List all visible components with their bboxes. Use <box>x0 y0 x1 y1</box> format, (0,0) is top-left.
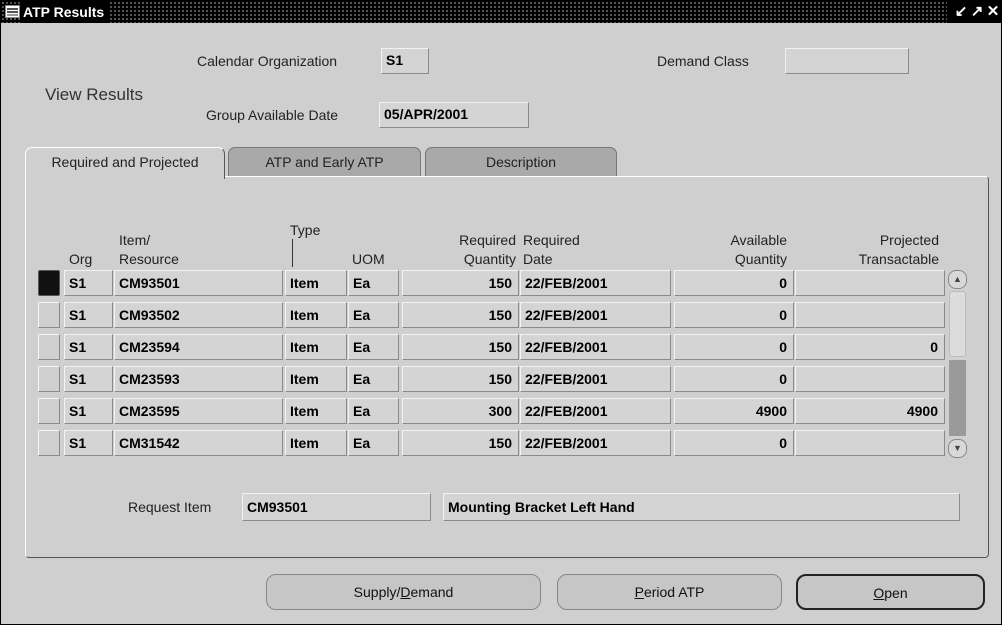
request-item-field[interactable]: CM93501 <box>242 493 431 521</box>
cell-uom[interactable]: Ea <box>348 430 399 456</box>
col-header-type: Type <box>290 222 321 238</box>
cell-item[interactable]: CM23595 <box>114 398 283 424</box>
col-header-item-line1: Item/ <box>119 232 151 248</box>
calendar-org-label: Calendar Organization <box>197 53 338 69</box>
cell-org[interactable]: S1 <box>64 270 113 296</box>
cell-required-date[interactable]: 22/FEB/2001 <box>520 302 671 328</box>
scroll-up-icon[interactable]: ▲ <box>948 270 967 289</box>
cell-available-qty[interactable]: 0 <box>674 430 794 456</box>
demand-class-label: Demand Class <box>657 53 749 69</box>
cell-type[interactable]: Item <box>285 398 347 424</box>
cell-available-qty[interactable]: 0 <box>674 366 794 392</box>
row-selector-current[interactable] <box>38 270 60 296</box>
cell-type[interactable]: Item <box>285 366 347 392</box>
cell-uom[interactable]: Ea <box>348 270 399 296</box>
cell-item[interactable]: CM31542 <box>114 430 283 456</box>
col-header-required-qty-line2: Quantity <box>463 251 516 267</box>
col-header-available-qty-line1: Available <box>730 232 787 248</box>
col-header-uom: UOM <box>352 251 385 267</box>
tab-description[interactable]: Description <box>425 147 617 177</box>
cell-required-date[interactable]: 22/FEB/2001 <box>520 366 671 392</box>
cell-required-qty[interactable]: 300 <box>402 398 519 424</box>
cell-required-qty[interactable]: 150 <box>402 302 519 328</box>
tab-required-and-projected[interactable]: Required and Projected <box>25 147 225 179</box>
cell-org[interactable]: S1 <box>64 366 113 392</box>
cell-available-qty[interactable]: 0 <box>674 334 794 360</box>
col-header-item-line2: Resource <box>119 251 179 267</box>
maximize-icon[interactable]: ↗ <box>969 1 985 23</box>
cell-type[interactable]: Item <box>285 270 347 296</box>
cell-required-date[interactable]: 22/FEB/2001 <box>520 270 671 296</box>
cell-uom[interactable]: Ea <box>348 398 399 424</box>
supply-demand-button[interactable]: Supply/Demand <box>266 574 541 610</box>
cell-required-date[interactable]: 22/FEB/2001 <box>520 334 671 360</box>
cell-uom[interactable]: Ea <box>348 302 399 328</box>
col-header-projected-line1: Projected <box>879 232 939 248</box>
title-bar[interactable]: ATP Results ↙ ↗ ✕ <box>1 1 1001 23</box>
open-button[interactable]: Open <box>796 574 985 610</box>
col-header-required-qty-line1: Required <box>459 232 516 248</box>
cell-org[interactable]: S1 <box>64 398 113 424</box>
request-item-label: Request Item <box>128 499 212 515</box>
row-selector[interactable] <box>38 430 60 456</box>
close-icon[interactable]: ✕ <box>985 1 1001 23</box>
scroll-thumb[interactable] <box>949 291 966 357</box>
cell-projected-transactable[interactable] <box>795 430 945 456</box>
cell-available-qty[interactable]: 4900 <box>674 398 794 424</box>
row-selector[interactable] <box>38 334 60 360</box>
request-item-description-field[interactable]: Mounting Bracket Left Hand <box>443 493 960 521</box>
cell-org[interactable]: S1 <box>64 334 113 360</box>
cell-required-qty[interactable]: 150 <box>402 270 519 296</box>
group-available-date-label: Group Available Date <box>206 107 339 123</box>
col-header-required-date-line1: Required <box>523 232 580 248</box>
group-available-date-field[interactable]: 05/APR/2001 <box>379 102 529 128</box>
cell-item[interactable]: CM93502 <box>114 302 283 328</box>
cell-required-date[interactable]: 22/FEB/2001 <box>520 398 671 424</box>
minimize-icon[interactable]: ↙ <box>953 1 969 23</box>
scroll-track[interactable] <box>949 360 966 436</box>
cell-org[interactable]: S1 <box>64 430 113 456</box>
col-header-org: Org <box>69 251 93 267</box>
calendar-org-field[interactable]: S1 <box>381 48 429 74</box>
cell-required-qty[interactable]: 150 <box>402 366 519 392</box>
period-atp-button[interactable]: Period ATP <box>557 574 782 610</box>
type-divider <box>292 239 293 267</box>
cell-required-qty[interactable]: 150 <box>402 430 519 456</box>
cell-item[interactable]: CM23593 <box>114 366 283 392</box>
cell-projected-transactable[interactable] <box>795 270 945 296</box>
cell-org[interactable]: S1 <box>64 302 113 328</box>
cell-projected-transactable[interactable]: 4900 <box>795 398 945 424</box>
cell-projected-transactable[interactable] <box>795 302 945 328</box>
scroll-down-icon[interactable]: ▼ <box>948 439 967 458</box>
view-results-heading: View Results <box>45 85 143 104</box>
cell-uom[interactable]: Ea <box>348 366 399 392</box>
cell-type[interactable]: Item <box>285 302 347 328</box>
tab-atp-and-early-atp[interactable]: ATP and Early ATP <box>228 147 421 177</box>
cell-item[interactable]: CM93501 <box>114 270 283 296</box>
cell-type[interactable]: Item <box>285 430 347 456</box>
col-header-required-date-line2: Date <box>523 251 553 267</box>
col-header-available-qty-line2: Quantity <box>734 251 787 267</box>
window-controls: ↙ ↗ ✕ <box>947 1 1001 23</box>
cell-required-date[interactable]: 22/FEB/2001 <box>520 430 671 456</box>
cell-uom[interactable]: Ea <box>348 334 399 360</box>
cell-item[interactable]: CM23594 <box>114 334 283 360</box>
row-selector[interactable] <box>38 366 60 392</box>
atp-results-window: ATP Results ↙ ↗ ✕ Calendar Organization … <box>0 0 1002 625</box>
cell-type[interactable]: Item <box>285 334 347 360</box>
vertical-scrollbar[interactable]: ▲ ▼ <box>948 270 967 458</box>
cell-available-qty[interactable]: 0 <box>674 270 794 296</box>
cell-projected-transactable[interactable]: 0 <box>795 334 945 360</box>
col-header-projected-line2: Transactable <box>858 251 939 267</box>
demand-class-field[interactable] <box>785 48 909 74</box>
cell-projected-transactable[interactable] <box>795 366 945 392</box>
app-icon <box>5 5 20 18</box>
row-selector[interactable] <box>38 302 60 328</box>
window-title: ATP Results <box>21 1 111 23</box>
row-selector[interactable] <box>38 398 60 424</box>
cell-required-qty[interactable]: 150 <box>402 334 519 360</box>
cell-available-qty[interactable]: 0 <box>674 302 794 328</box>
